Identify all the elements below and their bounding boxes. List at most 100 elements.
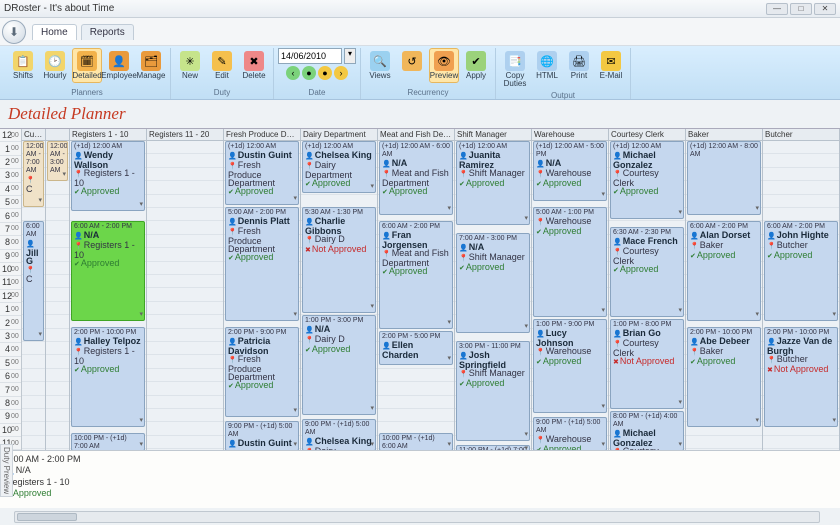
copyduties-button[interactable]: 📑Copy Duties [500,48,530,91]
column-header[interactable]: Meat and Fish Department [378,129,454,141]
appointment[interactable]: 6:00 AM - 2:00 PM👤N/A📍Registers 1 - 10✔A… [71,221,145,321]
appointment[interactable]: 11:00 PM - (+1d) 7:00 AM▾ [456,445,530,450]
chevron-down-icon[interactable]: ▾ [370,183,374,191]
chevron-down-icon[interactable]: ▾ [370,303,374,311]
appointment[interactable]: 2:00 PM - 9:00 PM👤Patricia Davidson📍Fres… [225,327,299,417]
chevron-down-icon[interactable]: ▾ [832,417,836,425]
chevron-down-icon[interactable]: ▾ [139,201,143,209]
hourly-button[interactable]: 🕑Hourly [40,48,70,83]
date-nav-1[interactable]: ● [302,66,316,80]
appointment[interactable]: 3:00 PM - 11:00 PM👤Josh Springfield📍Shif… [456,341,530,441]
chevron-down-icon[interactable]: ▾ [601,307,605,315]
chevron-down-icon[interactable]: ▾ [38,331,42,339]
date-nav-3[interactable]: › [334,66,348,80]
chevron-down-icon[interactable]: ▾ [370,441,374,449]
column-header[interactable]: Butcher [763,129,839,141]
appointment[interactable]: 6:30 AM - 2:30 PM👤Mace French📍Courtesy C… [610,227,684,317]
column-header[interactable]: Customer Service [22,129,45,141]
appointment[interactable]: 2:00 PM - 10:00 PM👤Abe Debeer📍Baker✔Appr… [687,327,761,427]
date-nav-2[interactable]: ● [318,66,332,80]
chevron-down-icon[interactable]: ▾ [293,311,297,319]
chevron-down-icon[interactable]: ▾ [755,417,759,425]
chevron-down-icon[interactable]: ▾ [447,319,451,327]
chevron-down-icon[interactable]: ▾ [447,355,451,363]
chevron-down-icon[interactable]: ▾ [139,417,143,425]
appointment[interactable]: 6:00 AM - 2:00 PM👤John Highte📍Butcher✔Ap… [764,221,838,321]
column-header[interactable]: Dairy Department [301,129,377,141]
appointment[interactable]: 2:00 PM - 5:00 PM👤Ellen Charden▾ [379,331,453,365]
chevron-down-icon[interactable]: ▾ [139,441,143,449]
tab-reports[interactable]: Reports [81,24,134,40]
delete-button[interactable]: ✖Delete [239,48,269,83]
date-nav-0[interactable]: ‹ [286,66,300,80]
appointment[interactable]: 2:00 PM - 10:00 PM👤Halley Telpoz📍Registe… [71,327,145,427]
minimize-button[interactable]: — [766,3,788,15]
column-header[interactable] [46,129,69,141]
chevron-down-icon[interactable]: ▾ [678,399,682,407]
print-button[interactable]: 🖨Print [564,48,594,91]
appointment[interactable]: 2:00 PM - 10:00 PM👤Jazze Van de Burgh📍Bu… [764,327,838,427]
chevron-down-icon[interactable]: ▾ [447,205,451,213]
column-header[interactable]: Baker [686,129,762,141]
chevron-down-icon[interactable]: ▾ [524,445,528,450]
appointment[interactable]: (+1d) 12:00 AM👤Juanita Ramirez📍Shift Man… [456,141,530,225]
app-logo-icon[interactable]: ⬇ [2,20,26,44]
chevron-down-icon[interactable]: ▾ [601,191,605,199]
close-button[interactable]: ✕ [814,3,836,15]
appointment[interactable]: 6:00 AM👤Jill G📍C▾ [23,221,44,341]
column-header[interactable]: Registers 1 - 10 [70,129,146,141]
appointment[interactable]: 1:00 PM - 3:00 PM👤N/A📍Dairy D✔Approved▾ [302,315,376,415]
duty-preview-tab[interactable]: Duty Preview [0,444,13,497]
chevron-down-icon[interactable]: ▾ [38,197,42,205]
chevron-down-icon[interactable]: ▾ [139,311,143,319]
appointment[interactable]: 10:00 PM - (+1d) 7:00 AM👤Wendy Wallson▾ [71,433,145,450]
appointment[interactable]: 1:00 PM - 8:00 PM👤Brian Go📍Courtesy Cler… [610,319,684,409]
apply-button[interactable]: ✔Apply [461,48,491,83]
appointment[interactable]: 9:00 PM - (+1d) 5:00 AM👤Dustin Guint▾ [225,421,299,450]
appointment[interactable]: 9:00 PM - (+1d) 5:00 AM👤Chelsea King📍Dai… [302,419,376,450]
chevron-down-icon[interactable]: ▾ [293,441,297,449]
views-button[interactable]: 🔍Views [365,48,395,83]
email-button[interactable]: ✉E-Mail [596,48,626,91]
appointment[interactable]: 12:00 AM - 3:00 AM▾ [47,141,68,181]
chevron-down-icon[interactable]: ▾ [524,323,528,331]
appointment[interactable]: (+1d) 12:00 AM👤Wendy Wallson📍Registers 1… [71,141,145,211]
column-header[interactable]: Shift Manager [455,129,531,141]
new-button[interactable]: ✳New [175,48,205,83]
appointment[interactable]: 6:00 AM - 2:00 PM👤Alan Dorset📍Baker✔Appr… [687,221,761,321]
appointment[interactable]: 7:00 AM - 3:00 PM👤N/A📍Shift Manager✔Appr… [456,233,530,333]
edit-button[interactable]: ✎Edit [207,48,237,83]
date-dropdown-icon[interactable]: ▾ [344,48,356,64]
appointment[interactable]: 5:30 AM - 1:30 PM👤Charlie Gibbons📍Dairy … [302,207,376,313]
shifts-button[interactable]: 📋Shifts [8,48,38,83]
chevron-down-icon[interactable]: ▾ [601,441,605,449]
appointment[interactable]: (+1d) 12:00 AM - 8:00 AM▾ [687,141,761,215]
tab-home[interactable]: Home [32,24,77,40]
chevron-down-icon[interactable]: ▾ [678,307,682,315]
manage-button[interactable]: 🗂Manage [136,48,166,83]
preview-button[interactable]: 👁Preview [429,48,459,83]
chevron-down-icon[interactable]: ▾ [755,205,759,213]
chevron-down-icon[interactable]: ▾ [447,441,451,449]
detailed-button[interactable]: 🗓Detailed [72,48,102,83]
chevron-down-icon[interactable]: ▾ [293,407,297,415]
employee-button[interactable]: 👤Employee [104,48,134,83]
appointment[interactable]: 10:00 PM - (+1d) 6:00 AM📍Meat and Fish▾ [379,433,453,450]
appointment[interactable]: 1:00 PM - 9:00 PM👤Lucy Johnson📍Warehouse… [533,319,607,413]
appointment[interactable]: 6:00 AM - 2:00 PM👤Fran Jorgensen📍Meat an… [379,221,453,329]
chevron-down-icon[interactable]: ▾ [832,311,836,319]
appointment[interactable]: (+1d) 12:00 AM👤Dustin Guint📍Fresh Produc… [225,141,299,205]
appointment[interactable]: (+1d) 12:00 AM - 6:00 AM👤N/A📍Meat and Fi… [379,141,453,215]
appointment[interactable]: 9:00 PM - (+1d) 5:00 AM📍Warehouse✔Approv… [533,417,607,450]
appointment[interactable]: (+1d) 12:00 AM - 5:00 PM👤N/A📍Warehouse✔A… [533,141,607,201]
chevron-down-icon[interactable]: ▾ [524,215,528,223]
chevron-down-icon[interactable]: ▾ [370,405,374,413]
column-header[interactable]: Courtesy Clerk [609,129,685,141]
date-input[interactable]: 14/06/2010 [278,48,342,64]
column-header[interactable]: Registers 11 - 20 [147,129,223,141]
appointment[interactable]: (+1d) 12:00 AM👤Michael Gonzalez📍Courtesy… [610,141,684,219]
column-header[interactable]: Fresh Produce Department [224,129,300,141]
chevron-down-icon[interactable]: ▾ [678,441,682,449]
chevron-down-icon[interactable]: ▾ [755,311,759,319]
appointment[interactable]: 12:00 AM - 7:00 AM📍C▾ [23,141,44,207]
